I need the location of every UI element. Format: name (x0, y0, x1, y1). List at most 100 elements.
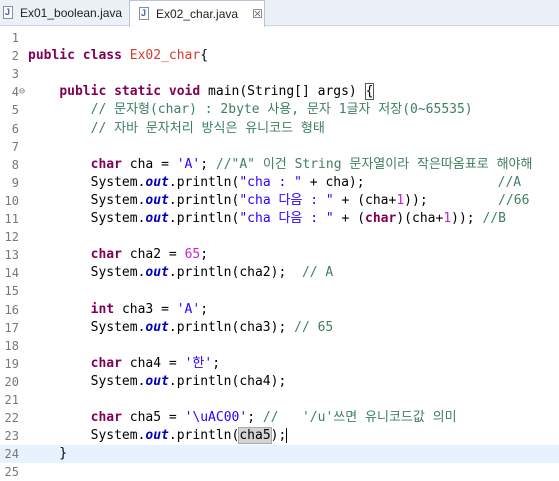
code-token: .println(cha4); (168, 373, 287, 389)
code-token: ); (270, 428, 288, 444)
code-token: ; (212, 355, 221, 371)
code-line[interactable]: 21 (0, 391, 559, 409)
code-token: //"A" 이건 String 문자열이라 작은따옴표로 해야해 (215, 156, 533, 172)
code-token: { (200, 48, 209, 64)
line-number: 17 (4, 320, 19, 335)
code-token: out (145, 174, 169, 190)
code-token: void (168, 84, 209, 100)
code-line[interactable]: 8 char cha = 'A'; //"A" 이건 String 문자열이라 … (0, 156, 559, 174)
close-tab-icon[interactable]: ☒ (252, 7, 263, 21)
code-line[interactable]: 15 (0, 282, 559, 300)
line-number: 5 (11, 103, 19, 118)
tab-ex01-boolean[interactable]: J Ex01_boolean.java (0, 0, 128, 26)
code-token: )(cha+ (396, 211, 444, 226)
line-number: 12 (4, 230, 19, 245)
code-token: char (365, 211, 397, 226)
code-line[interactable]: 11 System.out.println("cha 다음 : " + (cha… (0, 210, 559, 228)
code-token: System. (28, 192, 146, 208)
code-token: public (28, 48, 83, 64)
code-editor[interactable]: 1 2 public class Ex02_char{3 4 ⊖ public stat… (0, 27, 559, 479)
code-line[interactable]: 16 int cha3 = 'A'; (0, 301, 559, 319)
code-token: System. (28, 265, 146, 281)
code-token: '한' (184, 355, 213, 371)
code-token: ; (200, 247, 209, 263)
code-line[interactable]: 18 (0, 337, 559, 355)
code-text: char cha = 'A'; //"A" 이건 String 문자열이라 작은… (28, 156, 533, 174)
code-text: int cha3 = 'A'; (28, 301, 208, 319)
code-line[interactable]: 14 System.out.println(cha2); // A (0, 264, 559, 282)
code-line[interactable]: 7 (0, 138, 559, 156)
code-line[interactable]: 22 char cha5 = '\uAC00'; // '/u'쓰면 유니코드값… (0, 409, 559, 427)
code-token: Ex02_char (129, 48, 201, 64)
code-token: 1 (396, 192, 405, 208)
code-line[interactable]: 23 System.out.println(cha5); (0, 427, 559, 445)
code-line[interactable]: 19 char cha4 = '한'; (0, 355, 559, 373)
code-token: // 문자형(char) : 2byte 사용, 문자 1글자 저장(0~655… (90, 102, 473, 118)
code-text: char cha2 = 65; (28, 246, 208, 264)
code-token: + cha); (301, 174, 365, 190)
code-token: int (90, 301, 122, 317)
code-line[interactable]: 4 ⊖ public static void main(String[] args… (0, 83, 559, 101)
code-text: System.out.println(cha2); // A (28, 264, 334, 282)
code-token: //66 (498, 192, 530, 208)
code-token: 'A' (176, 156, 201, 172)
code-text: public class Ex02_char{ (28, 47, 208, 65)
code-line[interactable]: 10 System.out.println("cha 다음 : " + (cha… (0, 192, 559, 210)
code-line[interactable]: 1 (0, 29, 559, 47)
code-text: System.out.println("cha 다음 : " + (cha+1)… (28, 192, 530, 210)
code-line[interactable]: 5 // 문자형(char) : 2byte 사용, 문자 1글자 저장(0~6… (0, 101, 559, 119)
line-number: 15 (4, 284, 19, 299)
code-text: System.out.println(cha4); (28, 373, 287, 391)
line-number: 14 (4, 266, 19, 281)
code-token: out (145, 319, 169, 335)
code-token: cha = (129, 156, 177, 172)
line-number: 2 (11, 49, 19, 64)
code-token: // '/u'쓰면 유니코드값 의미 (262, 410, 457, 426)
line-number: 4 (11, 85, 19, 100)
code-line[interactable]: 2 public class Ex02_char{ (0, 47, 559, 65)
code-token: cha5 = (129, 410, 185, 426)
line-number: 23 (4, 429, 19, 444)
code-token: cha5 (238, 427, 272, 445)
code-token: main(String[] args) (208, 84, 365, 100)
code-token: // 65 (294, 319, 334, 335)
code-token: // A (301, 265, 334, 281)
code-line[interactable]: 6 // 자바 문자처리 방식은 유니코드 형태 (0, 120, 559, 138)
code-token: out (145, 373, 169, 389)
code-line[interactable]: 13 char cha2 = 65; (0, 246, 559, 264)
fold-toggle-icon[interactable]: ⊖ (19, 83, 25, 101)
line-number: 7 (11, 139, 19, 154)
line-number: 16 (4, 302, 19, 317)
code-line[interactable]: 20 System.out.println(cha4); (0, 373, 559, 391)
code-text: System.out.println(cha3); // 65 (28, 319, 334, 337)
code-text: } (28, 445, 67, 463)
code-line[interactable]: 9 System.out.println("cha : " + cha); //… (0, 174, 559, 192)
code-line[interactable]: 12 (0, 228, 559, 246)
code-token: + (cha+ (333, 192, 397, 208)
code-token: '\uAC00' (184, 410, 248, 426)
code-line[interactable]: 25 (0, 463, 559, 481)
code-token: + ( (333, 211, 366, 226)
code-line[interactable]: 17 System.out.println(cha3); // 65 (0, 319, 559, 337)
code-line[interactable]: 24 } (0, 445, 559, 464)
code-text: System.out.println("cha 다음 : " + (char)(… (28, 210, 506, 228)
code-token: char (90, 247, 130, 263)
code-token: } (28, 446, 68, 462)
tab-ex02-char[interactable]: J Ex02_char.java ☒ (129, 0, 265, 27)
code-token: System. (28, 319, 146, 335)
code-token: out (145, 211, 169, 226)
code-token: class (82, 48, 130, 64)
code-token: out (145, 192, 169, 208)
code-token: System. (28, 428, 146, 444)
line-number: 19 (4, 356, 19, 371)
code-token: char (90, 410, 130, 426)
code-token: ; (200, 301, 209, 317)
line-number: 24 (4, 447, 19, 462)
code-line[interactable]: 3 (0, 65, 559, 83)
